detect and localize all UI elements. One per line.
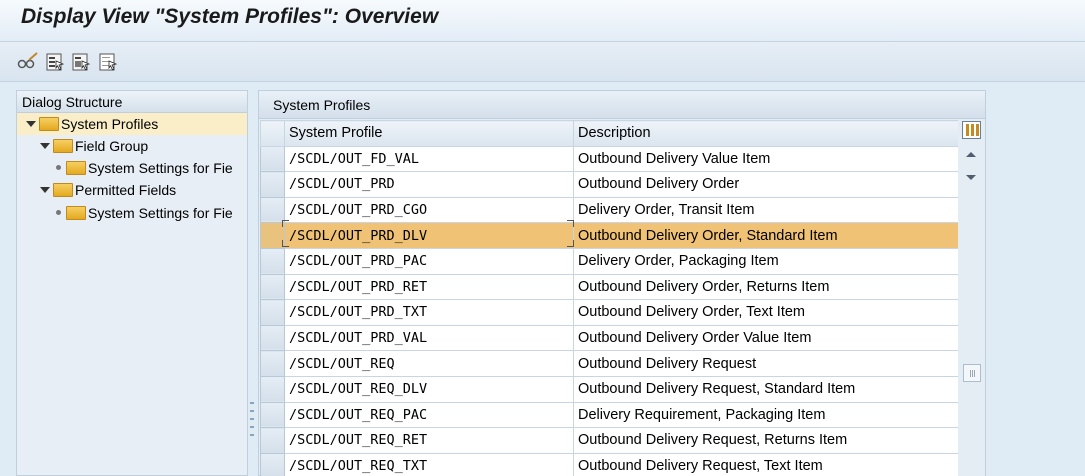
panel-title: System Profiles — [259, 91, 985, 119]
description-cell[interactable]: Delivery Order, Transit Item — [573, 196, 959, 224]
system-profile-cell[interactable]: /SCDL/OUT_REQ_PAC — [284, 401, 574, 429]
tree-item-label: System Profiles — [61, 116, 159, 132]
table-row[interactable]: /SCDL/OUT_REQ_DLV Outbound Delivery Requ… — [260, 375, 959, 403]
folder-icon — [53, 183, 73, 197]
application-toolbar — [0, 42, 1085, 82]
system-profile-cell[interactable]: /SCDL/OUT_REQ — [284, 350, 574, 377]
expand-arrow-icon[interactable] — [40, 143, 50, 149]
description-cell[interactable]: Outbound Delivery Request — [573, 350, 959, 377]
table-row[interactable]: /SCDL/OUT_REQ_TXT Outbound Delivery Requ… — [260, 452, 959, 476]
table-row[interactable]: /SCDL/OUT_PRD_VAL Outbound Delivery Orde… — [260, 324, 959, 352]
system-profile-cell[interactable]: /SCDL/OUT_PRD_DLV — [284, 222, 574, 249]
cell-cursor-mark — [567, 240, 574, 247]
row-selector[interactable] — [260, 222, 285, 249]
system-profile-cell[interactable]: /SCDL/OUT_FD_VAL — [284, 145, 574, 173]
folder-icon — [39, 117, 59, 131]
row-selector[interactable] — [260, 273, 285, 301]
row-selector[interactable] — [260, 427, 285, 454]
page-title: Display View "System Profiles": Overview — [21, 5, 439, 28]
description-cell[interactable]: Delivery Order, Packaging Item — [573, 247, 959, 275]
vertical-scrollbar[interactable] — [958, 120, 985, 476]
row-selector[interactable] — [260, 171, 285, 198]
description-cell[interactable]: Outbound Delivery Order, Standard Item — [573, 222, 959, 249]
bullet-icon — [56, 165, 61, 170]
tree-item-system-settings-permitted-fields[interactable]: System Settings for Fie — [17, 202, 247, 224]
cell-cursor-mark — [282, 220, 289, 227]
tree-item-system-settings-field-group[interactable]: System Settings for Fie — [17, 157, 247, 179]
system-profiles-table: System Profile Description /SCDL/OUT_FD_… — [260, 120, 959, 476]
expand-arrow-icon[interactable] — [40, 187, 50, 193]
select-all-icon[interactable] — [44, 51, 66, 73]
description-cell[interactable]: Outbound Delivery Request, Standard Item — [573, 375, 959, 403]
row-selector[interactable] — [260, 452, 285, 476]
table-row[interactable]: /SCDL/OUT_PRD_CGO Delivery Order, Transi… — [260, 196, 959, 224]
tree-item-label: Field Group — [75, 138, 149, 154]
scroll-thumb[interactable] — [963, 364, 981, 382]
select-all-cell[interactable] — [260, 120, 285, 147]
description-cell[interactable]: Delivery Requirement, Packaging Item — [573, 401, 959, 429]
description-cell[interactable]: Outbound Delivery Value Item — [573, 145, 959, 173]
description-cell[interactable]: Outbound Delivery Request, Returns Item — [573, 427, 959, 454]
column-header-description[interactable]: Description — [573, 120, 959, 147]
table-row[interactable]: /SCDL/OUT_PRD Outbound Delivery Order — [260, 171, 959, 198]
description-cell[interactable]: Outbound Delivery Order, Returns Item — [573, 273, 959, 301]
row-selector[interactable] — [260, 247, 285, 275]
tree-item-field-group[interactable]: Field Group — [17, 135, 247, 157]
system-profile-cell[interactable]: /SCDL/OUT_PRD_CGO — [284, 196, 574, 224]
description-cell[interactable]: Outbound Delivery Order Value Item — [573, 324, 959, 352]
cell-cursor-mark — [282, 240, 289, 247]
table-row-highlighted[interactable]: /SCDL/OUT_PRD_DLV Outbound Delivery Orde… — [260, 222, 959, 249]
bullet-icon — [56, 210, 61, 215]
scroll-up-icon[interactable] — [966, 152, 976, 157]
system-profile-cell[interactable]: /SCDL/OUT_PRD_PAC — [284, 247, 574, 275]
tree-item-permitted-fields[interactable]: Permitted Fields — [17, 179, 247, 201]
row-selector[interactable] — [260, 350, 285, 377]
folder-icon — [53, 139, 73, 153]
select-block-icon[interactable] — [70, 51, 92, 73]
row-selector[interactable] — [260, 375, 285, 403]
table-row[interactable]: /SCDL/OUT_REQ_PAC Delivery Requirement, … — [260, 401, 959, 429]
row-selector[interactable] — [260, 145, 285, 173]
tree-item-label: System Settings for Fie — [88, 160, 233, 176]
system-profile-cell[interactable]: /SCDL/OUT_REQ_DLV — [284, 375, 574, 403]
folder-icon — [66, 161, 86, 175]
table-row[interactable]: /SCDL/OUT_PRD_PAC Delivery Order, Packag… — [260, 247, 959, 275]
table-row[interactable]: /SCDL/OUT_REQ Outbound Delivery Request — [260, 350, 959, 377]
description-cell[interactable]: Outbound Delivery Order, Text Item — [573, 299, 959, 326]
glasses-pencil-icon[interactable] — [17, 51, 39, 73]
deselect-all-icon[interactable] — [97, 51, 119, 73]
table-row[interactable]: /SCDL/OUT_FD_VAL Outbound Delivery Value… — [260, 145, 959, 173]
cell-cursor-mark — [567, 220, 574, 227]
panel-splitter-handle[interactable] — [248, 398, 256, 448]
system-profile-cell[interactable]: /SCDL/OUT_PRD_TXT — [284, 299, 574, 326]
system-profile-cell[interactable]: /SCDL/OUT_PRD_VAL — [284, 324, 574, 352]
description-cell[interactable]: Outbound Delivery Order — [573, 171, 959, 198]
column-header-system-profile[interactable]: System Profile — [284, 120, 574, 147]
system-profile-cell[interactable]: /SCDL/OUT_REQ_RET — [284, 427, 574, 454]
system-profile-cell[interactable]: /SCDL/OUT_PRD — [284, 171, 574, 198]
tree-item-system-profiles[interactable]: System Profiles — [17, 113, 247, 135]
table-header-row: System Profile Description — [260, 120, 959, 147]
row-selector[interactable] — [260, 299, 285, 326]
table-row[interactable]: /SCDL/OUT_REQ_RET Outbound Delivery Requ… — [260, 427, 959, 454]
tree-item-label: System Settings for Fie — [88, 205, 233, 221]
table-row[interactable]: /SCDL/OUT_PRD_TXT Outbound Delivery Orde… — [260, 299, 959, 326]
system-profile-cell[interactable]: /SCDL/OUT_PRD_RET — [284, 273, 574, 301]
dialog-structure-header: Dialog Structure — [17, 91, 247, 113]
system-profile-cell[interactable]: /SCDL/OUT_REQ_TXT — [284, 452, 574, 476]
table-row[interactable]: /SCDL/OUT_PRD_RET Outbound Delivery Orde… — [260, 273, 959, 301]
column-settings-icon[interactable] — [962, 121, 981, 139]
folder-icon — [66, 206, 86, 220]
row-selector[interactable] — [260, 401, 285, 429]
expand-arrow-icon[interactable] — [26, 121, 36, 127]
description-cell[interactable]: Outbound Delivery Request, Text Item — [573, 452, 959, 476]
scroll-down-icon[interactable] — [966, 175, 976, 180]
row-selector[interactable] — [260, 324, 285, 352]
tree-item-label: Permitted Fields — [75, 182, 177, 198]
row-selector[interactable] — [260, 196, 285, 224]
title-bar: Display View "System Profiles": Overview — [0, 0, 1085, 42]
